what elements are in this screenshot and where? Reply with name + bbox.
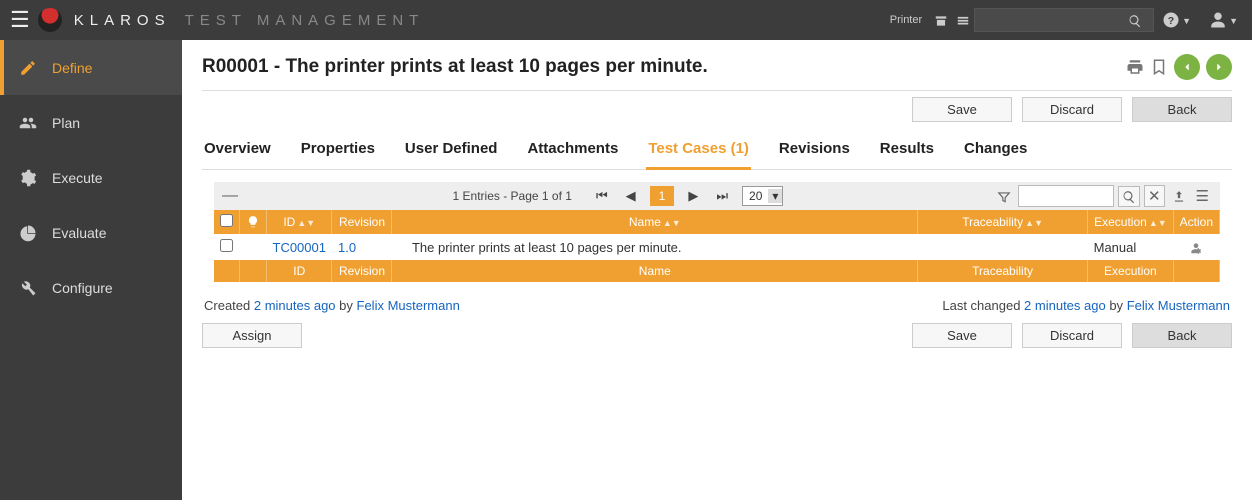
sidebar-item-configure[interactable]: Configure — [0, 260, 182, 315]
col-traceability[interactable]: Traceability▲▼ — [918, 210, 1088, 234]
sidebar-item-label: Plan — [52, 115, 80, 131]
select-all-checkbox[interactable] — [220, 214, 233, 227]
tab-user-defined[interactable]: User Defined — [403, 134, 500, 169]
testcase-id-link[interactable]: TC00001 — [273, 240, 326, 255]
table-row: TC00001 1.0 The printer prints at least … — [214, 234, 1220, 260]
tab-test-cases[interactable]: Test Cases (1) — [646, 134, 751, 170]
gear-icon — [18, 167, 38, 188]
pager-first-icon[interactable]: ⏮ — [592, 186, 612, 206]
sidebar-item-label: Define — [52, 60, 92, 76]
created-time-link[interactable]: 2 minutes ago — [254, 298, 336, 313]
back-button[interactable]: Back — [1132, 97, 1232, 122]
sidebar-item-label: Evaluate — [52, 225, 106, 241]
wrench-icon — [18, 277, 38, 298]
collapse-icon[interactable]: — — [222, 187, 242, 205]
help-icon[interactable]: ?▼ — [1162, 11, 1191, 29]
row-settings-icon[interactable] — [1189, 239, 1203, 254]
tab-changes[interactable]: Changes — [962, 134, 1029, 169]
sidebar-item-plan[interactable]: Plan — [0, 95, 182, 150]
testcase-execution: Manual — [1088, 234, 1174, 260]
col-action: Action — [1173, 210, 1219, 234]
created-info: Created 2 minutes ago by Felix Musterman… — [204, 298, 460, 313]
main-content: R00001 - The printer prints at least 10 … — [182, 40, 1252, 500]
page-title: R00001 - The printer prints at least 10 … — [202, 56, 708, 78]
brand-sub: TEST MANAGEMENT — [185, 12, 425, 29]
archive-icon[interactable] — [934, 12, 948, 28]
filter-icon[interactable] — [994, 187, 1014, 206]
col-name[interactable]: Name▲▼ — [392, 210, 918, 234]
back-button[interactable]: Back — [1132, 323, 1232, 348]
list-view-icon[interactable] — [956, 12, 970, 28]
topbar: ☰ KLAROS TEST MANAGEMENT Printer ?▼ ▼ — [0, 0, 1252, 40]
col-id[interactable]: ID▲▼ — [267, 210, 332, 234]
bookmark-icon[interactable] — [1150, 56, 1168, 79]
testcase-name: The printer prints at least 10 pages per… — [392, 234, 918, 260]
tab-overview[interactable]: Overview — [202, 134, 273, 169]
created-by-link[interactable]: Felix Mustermann — [357, 298, 460, 313]
global-search-input[interactable] — [974, 8, 1154, 32]
search-icon[interactable] — [1128, 12, 1142, 28]
app-logo — [38, 8, 62, 32]
pager-next-icon[interactable]: ▶ — [684, 186, 702, 206]
pager-current-page: 1 — [650, 186, 675, 206]
page-size-select[interactable]: 20 ▾ — [742, 186, 783, 206]
row-checkbox[interactable] — [220, 239, 233, 252]
nav-next-button[interactable] — [1206, 54, 1232, 80]
sidebar: Define Plan Execute Evaluate Configure — [0, 40, 182, 500]
sidebar-item-define[interactable]: Define — [0, 40, 182, 95]
table-filter-input[interactable] — [1018, 185, 1114, 207]
tab-revisions[interactable]: Revisions — [777, 134, 852, 169]
save-button[interactable]: Save — [912, 97, 1012, 122]
table-menu-icon[interactable]: ☰ — [1193, 186, 1212, 206]
table-toolbar: — 1 Entries - Page 1 of 1 ⏮ ◀ 1 ▶ ⏭ 20 ▾ — [214, 182, 1220, 210]
tab-attachments[interactable]: Attachments — [525, 134, 620, 169]
col-execution[interactable]: Execution▲▼ — [1088, 210, 1174, 234]
print-icon[interactable] — [1126, 56, 1144, 79]
user-menu-icon[interactable]: ▼ — [1209, 11, 1238, 29]
col-hint-icon[interactable] — [240, 210, 267, 234]
pie-chart-icon — [18, 222, 38, 243]
pager-last-icon[interactable]: ⏭ — [712, 186, 732, 206]
sidebar-item-evaluate[interactable]: Evaluate — [0, 205, 182, 260]
assign-button[interactable]: Assign — [202, 323, 302, 348]
pencil-icon — [18, 57, 38, 78]
pager-prev-icon[interactable]: ◀ — [622, 186, 640, 206]
tabs: Overview Properties User Defined Attachm… — [202, 134, 1232, 170]
context-label: Printer — [890, 14, 922, 26]
save-button[interactable]: Save — [912, 323, 1012, 348]
pager-summary: 1 Entries - Page 1 of 1 — [453, 189, 572, 203]
tab-results[interactable]: Results — [878, 134, 936, 169]
test-cases-table: ID▲▼ Revision Name▲▼ Traceability▲▼ Exec… — [214, 210, 1220, 282]
sidebar-item-execute[interactable]: Execute — [0, 150, 182, 205]
menu-toggle-icon[interactable]: ☰ — [10, 7, 30, 33]
col-revision[interactable]: Revision — [332, 210, 392, 234]
testcase-revision-link[interactable]: 1.0 — [338, 240, 356, 255]
discard-button[interactable]: Discard — [1022, 97, 1122, 122]
search-icon[interactable] — [1118, 186, 1140, 207]
discard-button[interactable]: Discard — [1022, 323, 1122, 348]
changed-by-link[interactable]: Felix Mustermann — [1127, 298, 1230, 313]
sidebar-item-label: Configure — [52, 280, 113, 296]
tab-properties[interactable]: Properties — [299, 134, 377, 169]
chevron-down-icon: ▾ — [768, 189, 782, 203]
sidebar-item-label: Execute — [52, 170, 103, 186]
users-icon — [18, 112, 38, 133]
export-icon[interactable] — [1169, 187, 1189, 206]
clear-filter-icon[interactable]: ✕ — [1144, 185, 1165, 207]
svg-text:?: ? — [1168, 15, 1174, 27]
brand-main: KLAROS — [74, 12, 171, 29]
nav-prev-button[interactable] — [1174, 54, 1200, 80]
changed-time-link[interactable]: 2 minutes ago — [1024, 298, 1106, 313]
last-changed-info: Last changed 2 minutes ago by Felix Must… — [942, 298, 1230, 313]
